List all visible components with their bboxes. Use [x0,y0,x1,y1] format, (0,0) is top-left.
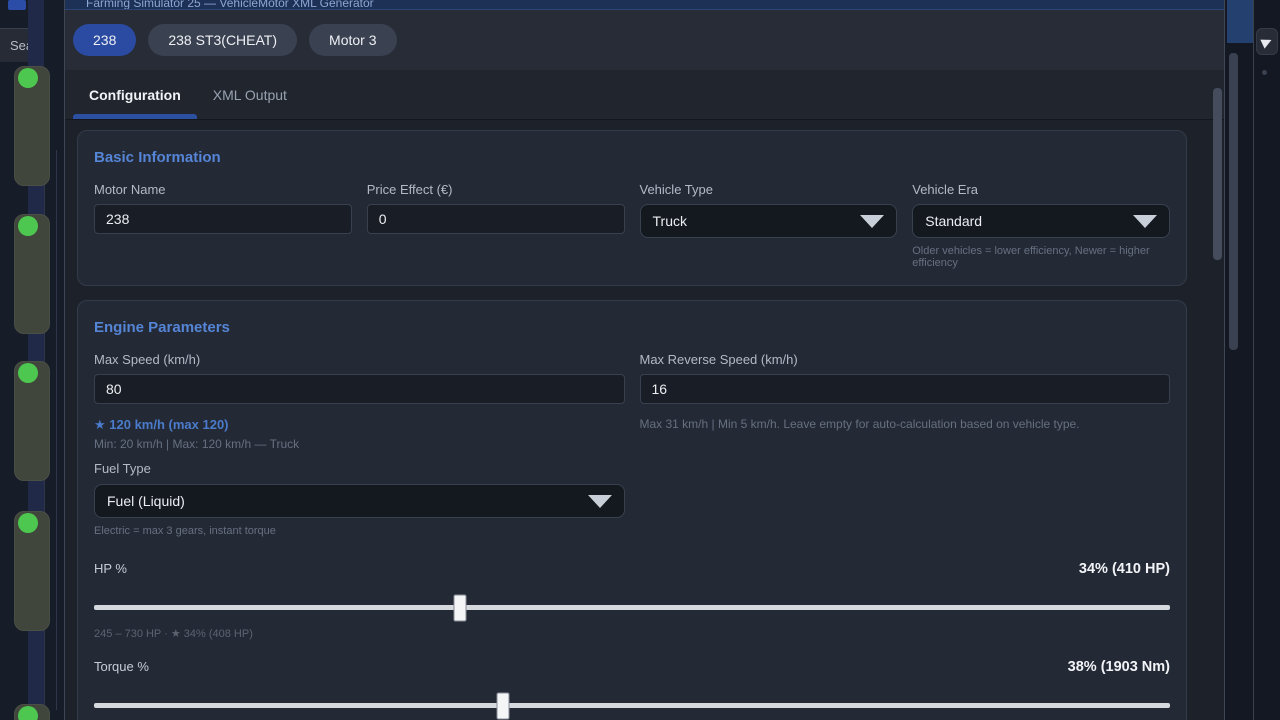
vehicle-era-helper: Older vehicles = lower efficiency, Newer… [912,245,1170,269]
active-tab-underline [73,114,197,119]
vehicle-card[interactable] [14,214,50,334]
torque-slider-label: Torque % [94,659,149,674]
max-speed-input[interactable] [94,374,625,404]
torque-slider-value: 38% (1903 Nm) [1068,659,1170,675]
status-dot-icon [18,216,38,236]
vehicle-type-field-group: Vehicle Type Truck [640,182,898,269]
max-reverse-speed-label: Max Reverse Speed (km/h) [640,352,1171,367]
search-bar[interactable]: Sea [0,28,28,62]
vehicle-card[interactable] [14,704,50,720]
max-speed-field-group: Max Speed (km/h) [94,352,625,404]
tab-label: Configuration [89,87,181,103]
cursor-triangle-button[interactable] [1256,28,1278,55]
torque-slider-thumb[interactable] [496,692,509,719]
dropdown-arrow-icon [1133,215,1157,228]
fuel-type-field-group: Fuel Type Fuel (Liquid) Electric = max 3… [94,461,625,537]
motor-name-field-group: Motor Name [94,182,352,269]
section-heading: Basic Information [94,149,1170,166]
page-scrollbar-thumb[interactable] [1229,53,1238,350]
max-speed-recommended: ★ 120 km/h (max 120) [94,417,625,433]
fuel-type-select[interactable]: Fuel (Liquid) [94,484,625,518]
vehicle-card[interactable] [14,361,50,481]
vehicle-era-field-group: Vehicle Era Standard Older vehicles = lo… [912,182,1170,269]
hp-slider-thumb[interactable] [453,594,466,621]
max-reverse-speed-field-group: Max Reverse Speed (km/h) [640,352,1171,404]
blue-tile-icon [8,0,26,10]
tab-label: XML Output [213,87,287,103]
torque-slider[interactable] [94,703,1170,708]
fuel-type-value: Fuel (Liquid) [107,493,185,509]
vehicle-card[interactable] [14,66,50,186]
price-effect-label: Price Effect (€) [367,182,625,197]
background-panel-edge [56,150,57,710]
divider [1253,0,1254,720]
torque-slider-row: Torque % 38% (1903 Nm) 1230 – 3000 Nm · … [94,659,1170,720]
fuel-type-label: Fuel Type [94,461,625,476]
hp-slider-value: 34% (410 HP) [1079,561,1170,577]
background-page-right [1225,0,1280,720]
tab-configuration[interactable]: Configuration [73,70,197,119]
vehicle-type-value: Truck [653,213,687,229]
max-speed-helpers: ★ 120 km/h (max 120) Min: 20 km/h | Max:… [94,404,625,537]
section-heading: Engine Parameters [94,319,1170,336]
max-speed-range-helper: Min: 20 km/h | Max: 120 km/h — Truck [94,437,625,451]
slider-group: HP % 34% (410 HP) 245 – 730 HP · ★ 34% (… [94,561,1170,720]
max-reverse-speed-helper: Max 31 km/h | Min 5 km/h. Leave empty fo… [640,417,1171,431]
hp-slider[interactable] [94,605,1170,610]
vehicle-era-label: Vehicle Era [912,182,1170,197]
motor-tab-motor-3[interactable]: Motor 3 [309,24,396,56]
cursor-triangle-icon [1260,35,1273,48]
modal-title: Farming Simulator 25 — VehicleMotor XML … [65,0,1224,10]
background-page-left: Sea [0,0,64,720]
view-tab-bar: Configuration XML Output [65,70,1224,120]
dropdown-arrow-icon [588,495,612,508]
hp-slider-helper: 245 – 730 HP · ★ 34% (408 HP) [94,627,1170,640]
max-speed-label: Max Speed (km/h) [94,352,625,367]
motor-name-label: Motor Name [94,182,352,197]
modal-content: Basic Information Motor Name Price Effec… [65,120,1224,720]
vehicle-era-value: Standard [925,213,982,229]
status-dot-icon [18,706,38,720]
screen: Sea Farming Simulator 25 — VehicleMotor … [0,0,1280,720]
vehiclemotor-modal: Farming Simulator 25 — VehicleMotor XML … [64,0,1225,720]
max-reverse-helpers: Max 31 km/h | Min 5 km/h. Leave empty fo… [640,404,1171,537]
price-effect-field-group: Price Effect (€) [367,182,625,269]
motor-name-input[interactable] [94,204,352,234]
vehicle-era-select[interactable]: Standard [912,204,1170,238]
max-reverse-speed-input[interactable] [640,374,1171,404]
hp-slider-row: HP % 34% (410 HP) 245 – 730 HP · ★ 34% (… [94,561,1170,640]
background-header-block [1227,0,1253,43]
vehicle-card[interactable] [14,511,50,631]
fuel-type-helper: Electric = max 3 gears, instant torque [94,525,625,537]
tab-xml-output[interactable]: XML Output [197,70,303,119]
motor-tab-row: 238 238 ST3(CHEAT) Motor 3 [65,10,1224,70]
hp-slider-label: HP % [94,561,127,576]
dropdown-arrow-icon [860,215,884,228]
status-dot-icon [18,68,38,88]
scroll-dot [1262,70,1267,75]
modal-scrollbar-thumb[interactable] [1213,88,1222,260]
motor-tab-238[interactable]: 238 [73,24,136,56]
engine-parameters-section: Engine Parameters Max Speed (km/h) Max R… [77,300,1187,720]
search-label: Sea [10,38,28,53]
status-dot-icon [18,513,38,533]
status-dot-icon [18,363,38,383]
modal-titlebar: Farming Simulator 25 — VehicleMotor XML … [65,0,1224,10]
basic-information-section: Basic Information Motor Name Price Effec… [77,130,1187,286]
vehicle-type-select[interactable]: Truck [640,204,898,238]
price-effect-input[interactable] [367,204,625,234]
motor-tab-238-st3-cheat[interactable]: 238 ST3(CHEAT) [148,24,297,56]
vehicle-type-label: Vehicle Type [640,182,898,197]
